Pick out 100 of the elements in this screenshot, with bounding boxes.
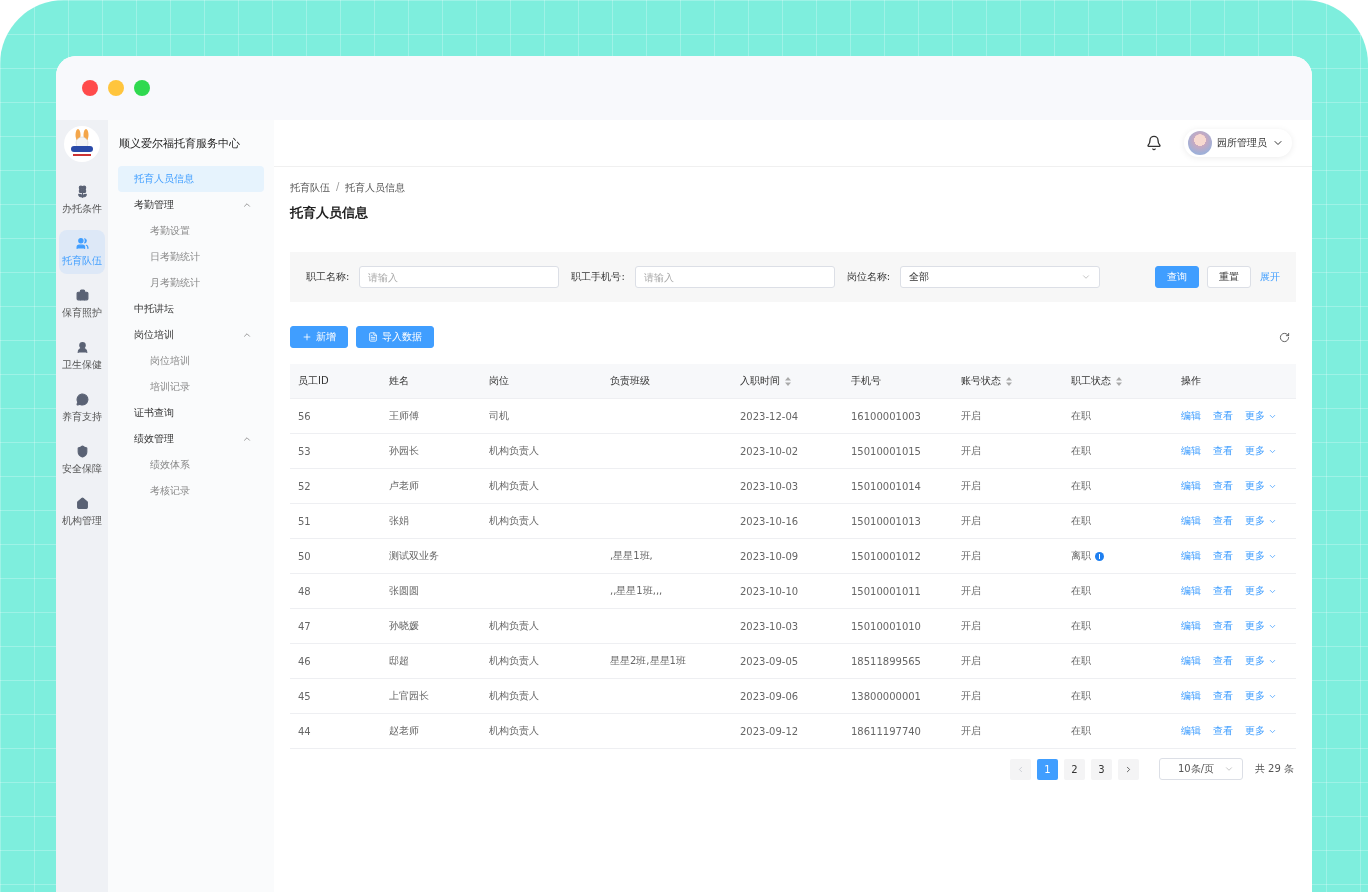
table-cell: 赵老师 [389,724,419,738]
info-icon[interactable] [1095,551,1104,561]
add-button[interactable]: 新增 [290,326,348,348]
nav-item[interactable]: 托育人员信息 [118,166,264,192]
table-cell: 在职 [1071,409,1091,423]
rail-item[interactable]: 机构管理 [59,490,105,534]
table-cell: 开启 [961,654,981,668]
nav-item[interactable]: 岗位培训 [118,322,264,348]
rail-item[interactable]: 安全保障 [59,438,105,482]
sort-icon[interactable] [1116,376,1122,386]
breadcrumb-item[interactable]: 托育人员信息 [345,181,406,195]
chat-bubble-icon [75,392,89,406]
table-cell: 王师傅 [389,409,419,423]
column-header: 操作 [1181,374,1201,388]
page-button[interactable]: 2 [1063,758,1085,780]
close-dot[interactable] [82,80,98,96]
chevron-down-icon [1223,764,1234,774]
action-link[interactable]: 编辑 [1181,619,1201,633]
table-cell: 机构负责人 [489,444,539,458]
action-link[interactable]: 查看 [1213,549,1233,563]
column-header[interactable]: 职工状态 [1071,374,1111,388]
column-header: 负责班级 [610,374,650,388]
table-cell: 开启 [961,444,981,458]
action-link[interactable]: 查看 [1213,514,1233,528]
nav-subitem[interactable]: 考核记录 [118,478,264,504]
table-cell: 在职 [1071,584,1091,598]
nav-subitem[interactable]: 岗位培训 [118,348,264,374]
rail-item[interactable]: 养育支持 [59,386,105,430]
action-link[interactable]: 更多 [1245,724,1277,738]
maximize-dot[interactable] [134,80,150,96]
next-page-button[interactable] [1117,758,1139,780]
action-link[interactable]: 查看 [1213,584,1233,598]
nav-subitem[interactable]: 考勤设置 [118,218,264,244]
rail-item[interactable]: 卫生保健 [59,334,105,378]
action-link[interactable]: 编辑 [1181,409,1201,423]
table-cell: 2023-09-06 [740,690,799,702]
table-cell: 星星2班,星星1班 [610,654,686,668]
refresh-icon[interactable] [1279,331,1290,343]
table-cell: 44 [298,725,311,737]
sort-icon[interactable] [785,376,791,386]
action-link[interactable]: 编辑 [1181,584,1201,598]
action-link[interactable]: 查看 [1213,409,1233,423]
action-link[interactable]: 更多 [1245,514,1277,528]
table-cell: 机构负责人 [489,479,539,493]
import-button[interactable]: 导入数据 [356,326,434,348]
action-link[interactable]: 查看 [1213,654,1233,668]
action-link[interactable]: 查看 [1213,619,1233,633]
input-field[interactable]: 请输入 [634,266,835,288]
query-button[interactable]: 查询 [1155,266,1199,288]
select-field[interactable]: 全部 [900,266,1101,288]
action-link[interactable]: 更多 [1245,619,1277,633]
action-link[interactable]: 编辑 [1181,444,1201,458]
action-link[interactable]: 编辑 [1181,689,1201,703]
nav-item[interactable]: 证书查询 [118,400,264,426]
breadcrumb-item[interactable]: 托育队伍 [290,181,330,195]
nav-item[interactable]: 绩效管理 [118,426,264,452]
action-link[interactable]: 更多 [1245,689,1277,703]
table-cell: 2023-09-05 [740,655,799,667]
nav-item[interactable]: 中托讲坛 [118,296,264,322]
bell-icon[interactable] [1146,135,1162,151]
column-header[interactable]: 入职时间 [740,374,780,388]
action-link[interactable]: 编辑 [1181,724,1201,738]
sort-icon[interactable] [1006,376,1012,386]
nav-subitem[interactable]: 培训记录 [118,374,264,400]
user-menu[interactable]: 园所管理员 [1184,129,1292,157]
action-link[interactable]: 更多 [1245,444,1277,458]
page-button[interactable]: 1 [1036,758,1058,780]
action-link[interactable]: 编辑 [1181,514,1201,528]
minimize-dot[interactable] [108,80,124,96]
action-link[interactable]: 更多 [1245,584,1277,598]
nav-subitem[interactable]: 绩效体系 [118,452,264,478]
rail-item[interactable]: 保育照护 [59,282,105,326]
action-link[interactable]: 编辑 [1181,549,1201,563]
action-link[interactable]: 编辑 [1181,654,1201,668]
rail-item[interactable]: 办托条件 [59,178,105,222]
rail-item[interactable]: 托育队伍 [59,230,105,274]
page-size-select[interactable]: 10条/页 [1158,758,1243,780]
page-button[interactable]: 3 [1090,758,1112,780]
nav-subitem[interactable]: 月考勤统计 [118,270,264,296]
column-header[interactable]: 账号状态 [961,374,1001,388]
table-cell: 开启 [961,689,981,703]
table-cell: 15010001014 [851,480,921,492]
input-field[interactable]: 请输入 [359,266,560,288]
house-icon [75,496,89,510]
action-link[interactable]: 编辑 [1181,479,1201,493]
action-link[interactable]: 查看 [1213,724,1233,738]
reset-button[interactable]: 重置 [1207,266,1251,288]
action-link[interactable]: 查看 [1213,444,1233,458]
nav-subitem[interactable]: 日考勤统计 [118,244,264,270]
action-link[interactable]: 更多 [1245,479,1277,493]
table-cell: 机构负责人 [489,724,539,738]
action-link[interactable]: 查看 [1213,689,1233,703]
action-link[interactable]: 更多 [1245,654,1277,668]
nav-item[interactable]: 考勤管理 [118,192,264,218]
action-link[interactable]: 更多 [1245,409,1277,423]
table-cell: 在职 [1071,619,1091,633]
action-link[interactable]: 查看 [1213,479,1233,493]
action-link[interactable]: 更多 [1245,549,1277,563]
table-cell: 在职 [1071,514,1091,528]
expand-link[interactable]: 展开 [1260,270,1280,284]
